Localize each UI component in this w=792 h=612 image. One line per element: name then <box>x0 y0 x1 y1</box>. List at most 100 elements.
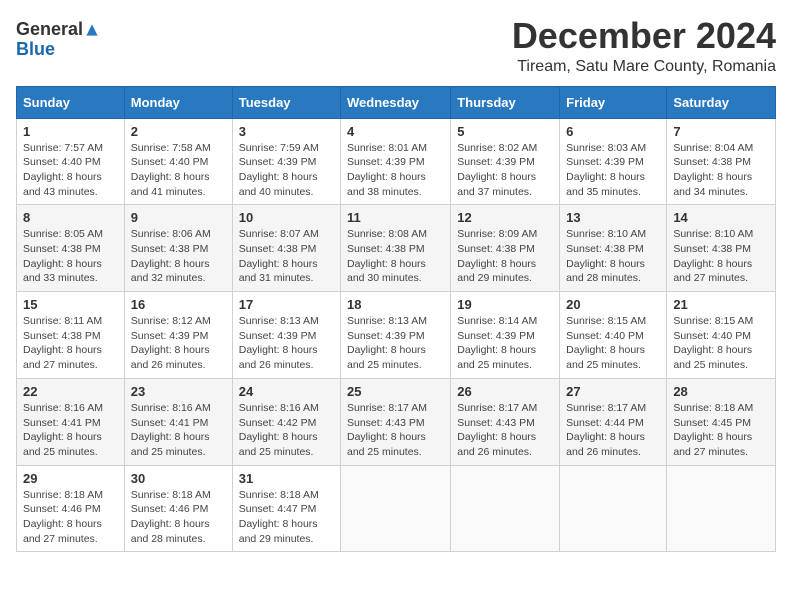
day-detail: Sunrise: 8:17 AMSunset: 4:43 PMDaylight:… <box>457 402 537 458</box>
table-row: 30 Sunrise: 8:18 AMSunset: 4:46 PMDaylig… <box>124 465 232 552</box>
day-detail: Sunrise: 8:18 AMSunset: 4:47 PMDaylight:… <box>239 489 319 545</box>
table-row: 4 Sunrise: 8:01 AMSunset: 4:39 PMDayligh… <box>341 118 451 205</box>
day-number: 8 <box>23 210 118 225</box>
day-number: 24 <box>239 384 334 399</box>
day-detail: Sunrise: 8:14 AMSunset: 4:39 PMDaylight:… <box>457 315 537 371</box>
day-detail: Sunrise: 8:10 AMSunset: 4:38 PMDaylight:… <box>566 228 646 284</box>
day-number: 30 <box>131 471 226 486</box>
day-number: 13 <box>566 210 660 225</box>
day-number: 15 <box>23 297 118 312</box>
table-row: 1 Sunrise: 7:57 AMSunset: 4:40 PMDayligh… <box>17 118 125 205</box>
table-row: 26 Sunrise: 8:17 AMSunset: 4:43 PMDaylig… <box>451 378 560 465</box>
day-detail: Sunrise: 8:10 AMSunset: 4:38 PMDaylight:… <box>673 228 753 284</box>
day-detail: Sunrise: 7:58 AMSunset: 4:40 PMDaylight:… <box>131 142 211 198</box>
day-number: 10 <box>239 210 334 225</box>
day-number: 6 <box>566 124 660 139</box>
day-number: 2 <box>131 124 226 139</box>
table-row <box>667 465 776 552</box>
day-number: 14 <box>673 210 769 225</box>
table-row <box>341 465 451 552</box>
day-detail: Sunrise: 8:15 AMSunset: 4:40 PMDaylight:… <box>673 315 753 371</box>
day-number: 26 <box>457 384 553 399</box>
day-number: 23 <box>131 384 226 399</box>
table-row: 15 Sunrise: 8:11 AMSunset: 4:38 PMDaylig… <box>17 292 125 379</box>
table-row: 19 Sunrise: 8:14 AMSunset: 4:39 PMDaylig… <box>451 292 560 379</box>
day-detail: Sunrise: 8:06 AMSunset: 4:38 PMDaylight:… <box>131 228 211 284</box>
col-tuesday: Tuesday <box>232 86 340 118</box>
table-row: 25 Sunrise: 8:17 AMSunset: 4:43 PMDaylig… <box>341 378 451 465</box>
day-number: 29 <box>23 471 118 486</box>
day-number: 28 <box>673 384 769 399</box>
day-number: 22 <box>23 384 118 399</box>
table-row: 7 Sunrise: 8:04 AMSunset: 4:38 PMDayligh… <box>667 118 776 205</box>
day-detail: Sunrise: 8:17 AMSunset: 4:44 PMDaylight:… <box>566 402 646 458</box>
col-friday: Friday <box>560 86 667 118</box>
day-detail: Sunrise: 8:18 AMSunset: 4:46 PMDaylight:… <box>131 489 211 545</box>
table-row: 14 Sunrise: 8:10 AMSunset: 4:38 PMDaylig… <box>667 205 776 292</box>
day-number: 9 <box>131 210 226 225</box>
day-detail: Sunrise: 8:13 AMSunset: 4:39 PMDaylight:… <box>239 315 319 371</box>
day-detail: Sunrise: 8:11 AMSunset: 4:38 PMDaylight:… <box>23 315 102 371</box>
day-detail: Sunrise: 8:01 AMSunset: 4:39 PMDaylight:… <box>347 142 427 198</box>
table-row: 21 Sunrise: 8:15 AMSunset: 4:40 PMDaylig… <box>667 292 776 379</box>
table-row: 9 Sunrise: 8:06 AMSunset: 4:38 PMDayligh… <box>124 205 232 292</box>
logo-blue: Blue <box>16 40 55 60</box>
table-row: 22 Sunrise: 8:16 AMSunset: 4:41 PMDaylig… <box>17 378 125 465</box>
day-detail: Sunrise: 8:13 AMSunset: 4:39 PMDaylight:… <box>347 315 427 371</box>
day-number: 27 <box>566 384 660 399</box>
day-number: 25 <box>347 384 444 399</box>
day-detail: Sunrise: 8:16 AMSunset: 4:41 PMDaylight:… <box>23 402 103 458</box>
table-row: 17 Sunrise: 8:13 AMSunset: 4:39 PMDaylig… <box>232 292 340 379</box>
title-section: December 2024 Tiream, Satu Mare County, … <box>512 16 776 76</box>
day-number: 7 <box>673 124 769 139</box>
day-number: 17 <box>239 297 334 312</box>
calendar-table: Sunday Monday Tuesday Wednesday Thursday… <box>16 86 776 553</box>
day-detail: Sunrise: 7:59 AMSunset: 4:39 PMDaylight:… <box>239 142 319 198</box>
day-number: 1 <box>23 124 118 139</box>
table-row: 29 Sunrise: 8:18 AMSunset: 4:46 PMDaylig… <box>17 465 125 552</box>
table-row: 28 Sunrise: 8:18 AMSunset: 4:45 PMDaylig… <box>667 378 776 465</box>
logo-icon <box>85 23 99 37</box>
table-row: 12 Sunrise: 8:09 AMSunset: 4:38 PMDaylig… <box>451 205 560 292</box>
day-detail: Sunrise: 8:05 AMSunset: 4:38 PMDaylight:… <box>23 228 103 284</box>
table-row: 11 Sunrise: 8:08 AMSunset: 4:38 PMDaylig… <box>341 205 451 292</box>
day-number: 20 <box>566 297 660 312</box>
table-row: 20 Sunrise: 8:15 AMSunset: 4:40 PMDaylig… <box>560 292 667 379</box>
day-detail: Sunrise: 8:02 AMSunset: 4:39 PMDaylight:… <box>457 142 537 198</box>
day-detail: Sunrise: 8:16 AMSunset: 4:41 PMDaylight:… <box>131 402 211 458</box>
table-row: 18 Sunrise: 8:13 AMSunset: 4:39 PMDaylig… <box>341 292 451 379</box>
col-thursday: Thursday <box>451 86 560 118</box>
calendar-header-row: Sunday Monday Tuesday Wednesday Thursday… <box>17 86 776 118</box>
calendar-week-row: 29 Sunrise: 8:18 AMSunset: 4:46 PMDaylig… <box>17 465 776 552</box>
calendar-week-row: 8 Sunrise: 8:05 AMSunset: 4:38 PMDayligh… <box>17 205 776 292</box>
table-row: 24 Sunrise: 8:16 AMSunset: 4:42 PMDaylig… <box>232 378 340 465</box>
day-detail: Sunrise: 8:18 AMSunset: 4:45 PMDaylight:… <box>673 402 753 458</box>
day-number: 4 <box>347 124 444 139</box>
day-number: 11 <box>347 210 444 225</box>
day-detail: Sunrise: 8:09 AMSunset: 4:38 PMDaylight:… <box>457 228 537 284</box>
table-row: 5 Sunrise: 8:02 AMSunset: 4:39 PMDayligh… <box>451 118 560 205</box>
table-row: 10 Sunrise: 8:07 AMSunset: 4:38 PMDaylig… <box>232 205 340 292</box>
col-wednesday: Wednesday <box>341 86 451 118</box>
subtitle: Tiream, Satu Mare County, Romania <box>512 58 776 76</box>
calendar-week-row: 1 Sunrise: 7:57 AMSunset: 4:40 PMDayligh… <box>17 118 776 205</box>
table-row <box>451 465 560 552</box>
day-detail: Sunrise: 8:08 AMSunset: 4:38 PMDaylight:… <box>347 228 427 284</box>
calendar-week-row: 22 Sunrise: 8:16 AMSunset: 4:41 PMDaylig… <box>17 378 776 465</box>
logo: General Blue <box>16 20 99 60</box>
day-number: 31 <box>239 471 334 486</box>
table-row: 2 Sunrise: 7:58 AMSunset: 4:40 PMDayligh… <box>124 118 232 205</box>
table-row: 13 Sunrise: 8:10 AMSunset: 4:38 PMDaylig… <box>560 205 667 292</box>
day-detail: Sunrise: 8:15 AMSunset: 4:40 PMDaylight:… <box>566 315 646 371</box>
table-row: 3 Sunrise: 7:59 AMSunset: 4:39 PMDayligh… <box>232 118 340 205</box>
logo-general: General <box>16 20 83 40</box>
day-detail: Sunrise: 8:12 AMSunset: 4:39 PMDaylight:… <box>131 315 211 371</box>
day-detail: Sunrise: 7:57 AMSunset: 4:40 PMDaylight:… <box>23 142 103 198</box>
calendar-week-row: 15 Sunrise: 8:11 AMSunset: 4:38 PMDaylig… <box>17 292 776 379</box>
table-row: 23 Sunrise: 8:16 AMSunset: 4:41 PMDaylig… <box>124 378 232 465</box>
day-detail: Sunrise: 8:07 AMSunset: 4:38 PMDaylight:… <box>239 228 319 284</box>
col-monday: Monday <box>124 86 232 118</box>
day-number: 12 <box>457 210 553 225</box>
day-number: 18 <box>347 297 444 312</box>
table-row: 6 Sunrise: 8:03 AMSunset: 4:39 PMDayligh… <box>560 118 667 205</box>
